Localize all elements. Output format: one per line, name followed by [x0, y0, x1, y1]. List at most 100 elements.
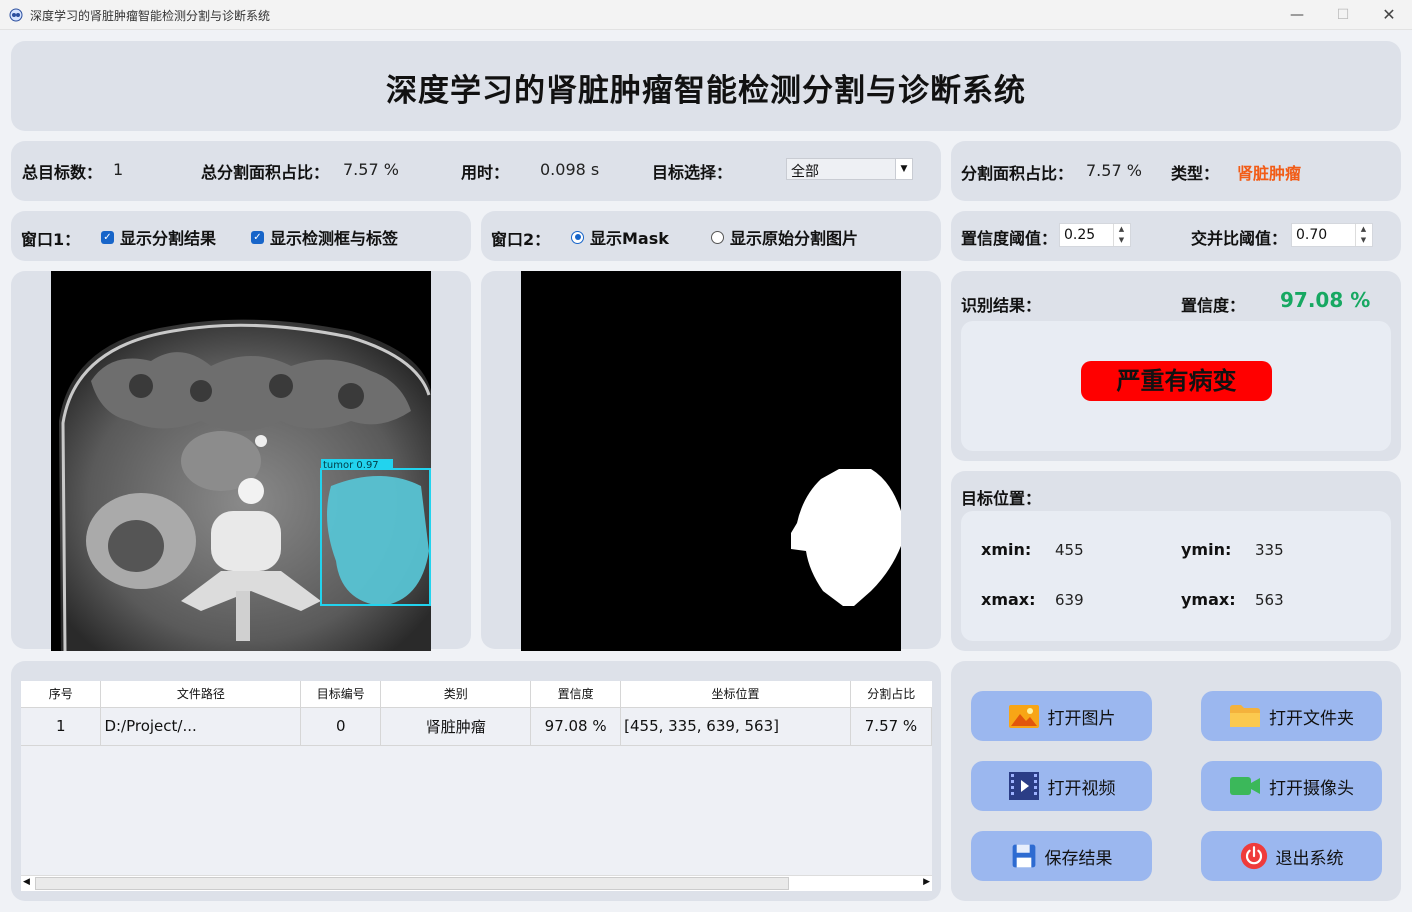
- seg-area-label: 分割面积占比：: [961, 164, 1074, 183]
- radio-unselected-icon: [711, 230, 724, 244]
- window1-label: 窗口1：: [21, 230, 81, 249]
- header-panel: 深度学习的肾脏肿瘤智能检测分割与诊断系统: [11, 41, 1401, 131]
- detection-label: tumor 0.97: [323, 460, 379, 471]
- window-titlebar: 深度学习的肾脏肿瘤智能检测分割与诊断系统 — ☐ ✕: [0, 0, 1412, 30]
- window1-options-panel: 窗口1： ✓ 显示分割结果 ✓ 显示检测框与标签: [11, 211, 471, 261]
- confidence-label: 置信度：: [1181, 296, 1246, 315]
- confidence-threshold-value: 0.25: [1064, 227, 1096, 243]
- column-header[interactable]: 目标编号: [300, 681, 382, 708]
- show-box-label-checkbox[interactable]: ✓ 显示检测框与标签: [251, 225, 398, 249]
- area-ratio-value: 7.57 %: [343, 160, 399, 179]
- spin-up-icon[interactable]: ▲: [1113, 224, 1129, 235]
- iou-threshold-value: 0.70: [1296, 227, 1328, 243]
- save-results-label: 保存结果: [1044, 848, 1113, 869]
- iou-threshold-label: 交并比阈值：: [1191, 229, 1288, 248]
- horizontal-scrollbar[interactable]: ◀ ▶: [21, 875, 932, 891]
- ymin-label: ymin:: [1181, 540, 1232, 559]
- spin-up-icon[interactable]: ▲: [1355, 224, 1371, 235]
- xmin-label: xmin:: [981, 540, 1032, 559]
- exit-system-button[interactable]: 退出系统: [1201, 831, 1382, 881]
- column-header[interactable]: 置信度: [530, 681, 622, 708]
- position-panel: 目标位置： xmin: 455 ymin: 335 xmax: 639 ymax…: [951, 471, 1401, 651]
- ct-scan-image: tumor 0.97: [51, 271, 431, 651]
- seg-area-value: 7.57 %: [1086, 161, 1142, 180]
- time-value: 0.098 s: [540, 160, 600, 179]
- results-table: 序号 文件路径 目标编号 类别 置信度 坐标位置 分割占比 1 D:/Proje…: [21, 681, 932, 746]
- scroll-left-icon[interactable]: ◀: [23, 877, 30, 887]
- chevron-down-icon[interactable]: ▼: [895, 159, 912, 179]
- open-video-label: 打开视频: [1047, 778, 1116, 799]
- show-box-label-label: 显示检测框与标签: [270, 229, 399, 248]
- open-image-button[interactable]: 打开图片: [971, 691, 1152, 741]
- window2-options-panel: 窗口2： 显示Mask 显示原始分割图片: [481, 211, 941, 261]
- target-select-value: 全部: [791, 164, 819, 180]
- result-label: 识别结果：: [961, 296, 1042, 315]
- power-icon: [1240, 842, 1267, 870]
- show-original-label: 显示原始分割图片: [730, 229, 859, 248]
- save-results-button[interactable]: 保存结果: [971, 831, 1152, 881]
- column-header[interactable]: 坐标位置: [620, 681, 851, 708]
- column-header[interactable]: 分割占比: [850, 681, 932, 708]
- table-cell: 肾脏肿瘤: [380, 707, 532, 746]
- scroll-right-icon[interactable]: ▶: [923, 877, 930, 887]
- show-segmentation-label: 显示分割结果: [120, 229, 217, 248]
- target-select-dropdown[interactable]: 全部 ▼: [786, 158, 913, 180]
- open-camera-label: 打开摄像头: [1269, 778, 1354, 799]
- show-mask-radio[interactable]: 显示Mask: [571, 225, 669, 249]
- table-row[interactable]: 1 D:/Project/... 0 肾脏肿瘤 97.08 % [455, 33…: [21, 707, 932, 746]
- spin-down-icon[interactable]: ▼: [1113, 235, 1129, 246]
- segmentation-info-panel: 分割面积占比： 7.57 % 类型： 肾脏肿瘤: [951, 141, 1401, 201]
- minimize-button[interactable]: —: [1274, 0, 1320, 30]
- exit-system-label: 退出系统: [1275, 848, 1344, 869]
- results-table-panel: 序号 文件路径 目标编号 类别 置信度 坐标位置 分割占比 1 D:/Proje…: [11, 661, 941, 901]
- ymax-label: ymax:: [1181, 590, 1236, 609]
- column-header[interactable]: 类别: [380, 681, 532, 708]
- threshold-panel: 置信度阈值： 0.25 ▲ ▼ 交并比阈值： 0.70 ▲ ▼: [951, 211, 1401, 261]
- spin-down-icon[interactable]: ▼: [1355, 235, 1371, 246]
- open-camera-button[interactable]: 打开摄像头: [1201, 761, 1382, 811]
- page-title: 深度学习的肾脏肿瘤智能检测分割与诊断系统: [386, 73, 1026, 109]
- app-logo-icon: [9, 8, 23, 22]
- show-segmentation-checkbox[interactable]: ✓ 显示分割结果: [101, 225, 216, 249]
- window2-panel: [481, 271, 941, 651]
- time-label: 用时：: [461, 163, 510, 182]
- diagnosis-badge: 严重有病变: [1081, 361, 1272, 401]
- ymin-value: 335: [1255, 541, 1284, 559]
- table-cell: 1: [21, 707, 102, 746]
- table-cell: 97.08 %: [530, 707, 622, 746]
- checkmark-icon: ✓: [101, 230, 114, 244]
- open-folder-label: 打开文件夹: [1269, 708, 1354, 729]
- target-select-label: 目标选择：: [652, 163, 733, 182]
- total-targets-label: 总目标数：: [22, 163, 103, 182]
- open-folder-button[interactable]: 打开文件夹: [1201, 691, 1382, 741]
- stats-panel: 总目标数： 1 总分割面积占比： 7.57 % 用时： 0.098 s 目标选择…: [11, 141, 941, 201]
- open-image-label: 打开图片: [1047, 708, 1116, 729]
- image-icon: [1008, 705, 1039, 728]
- ymax-value: 563: [1255, 591, 1284, 609]
- action-buttons-panel: 打开图片 打开文件夹 打开视频 打开摄像头 保存结果 退出系统: [951, 661, 1401, 901]
- iou-threshold-spinbox[interactable]: 0.70 ▲ ▼: [1291, 223, 1373, 247]
- diagnosis-box: 严重有病变: [961, 321, 1391, 451]
- position-label: 目标位置：: [961, 489, 1042, 508]
- confidence-threshold-label: 置信度阈值：: [961, 229, 1058, 248]
- column-header[interactable]: 序号: [21, 681, 102, 708]
- confidence-threshold-spinbox[interactable]: 0.25 ▲ ▼: [1059, 223, 1131, 247]
- scrollbar-thumb[interactable]: [35, 877, 789, 890]
- maximize-button[interactable]: ☐: [1320, 0, 1366, 30]
- show-original-radio[interactable]: 显示原始分割图片: [711, 225, 858, 249]
- xmax-label: xmax:: [981, 590, 1036, 609]
- table-cell: 0: [300, 707, 382, 746]
- open-video-button[interactable]: 打开视频: [971, 761, 1152, 811]
- checkmark-icon: ✓: [251, 230, 264, 244]
- close-button[interactable]: ✕: [1366, 0, 1412, 30]
- table-cell: D:/Project/...: [100, 707, 302, 746]
- result-panel: 识别结果： 置信度： 97.08 % 严重有病变: [951, 271, 1401, 461]
- window1-panel: tumor 0.97: [11, 271, 471, 651]
- results-table-container: 序号 文件路径 目标编号 类别 置信度 坐标位置 分割占比 1 D:/Proje…: [21, 681, 932, 891]
- confidence-value: 97.08 %: [1280, 288, 1371, 312]
- area-ratio-label: 总分割面积占比：: [201, 163, 330, 182]
- mask-image: [521, 271, 901, 651]
- column-header[interactable]: 文件路径: [100, 681, 302, 708]
- radio-selected-icon: [571, 230, 584, 244]
- show-mask-label: 显示Mask: [590, 229, 669, 248]
